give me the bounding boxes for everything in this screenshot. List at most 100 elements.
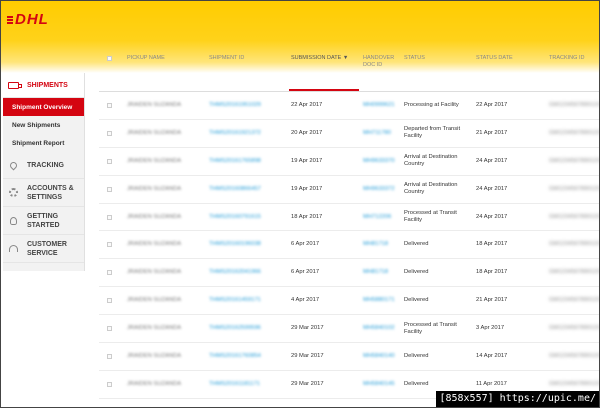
cell-status-date: 18 Apr 2017 bbox=[476, 269, 508, 276]
row-checkbox[interactable] bbox=[107, 231, 112, 258]
cell-handover[interactable]: MH5840102 bbox=[363, 315, 399, 342]
table-row[interactable]: JRAIDEN SUZANDA THMS20162599596 29 Mar 201… bbox=[99, 315, 599, 344]
row-checkbox[interactable] bbox=[107, 148, 112, 175]
truck-icon bbox=[7, 79, 22, 91]
table-row[interactable]: JRAIDEN SUZANDA THMS20161765898 19 Apr 201… bbox=[99, 148, 599, 176]
cell-submission: 29 Mar 2017 bbox=[291, 352, 324, 359]
cell-handover[interactable]: MH0999621 bbox=[363, 92, 399, 119]
col-handover-doc-id[interactable]: HANDOVER DOC ID bbox=[363, 55, 397, 69]
cell-status-date: 14 Apr 2017 bbox=[476, 352, 508, 359]
cell-submission: 22 Apr 2017 bbox=[291, 101, 323, 108]
sidebar-item-tracking[interactable]: TRACKING bbox=[3, 152, 84, 179]
sidebar-subitem-new-shipments[interactable]: New Shipments bbox=[3, 116, 84, 134]
table-row[interactable]: JRAIDEN SUZANDA THMS20160791615 18 Apr 201… bbox=[99, 204, 599, 232]
col-submission-date[interactable]: SUBMISSION DATE ▼ bbox=[291, 55, 348, 62]
row-checkbox[interactable] bbox=[107, 204, 112, 231]
table-row[interactable]: JRAIDEN SUZANDA THMS20161921372 20 Apr 201… bbox=[99, 120, 599, 148]
cell-status: Delivered bbox=[404, 269, 429, 276]
cell-status: Delivered bbox=[404, 352, 429, 359]
cell-shipment-id[interactable]: THMS20162411188 bbox=[209, 399, 285, 407]
cell-tracking: GM1234567890123 bbox=[549, 101, 600, 108]
cell-handover[interactable]: MH5840140 bbox=[363, 343, 399, 370]
cell-handover[interactable]: MH711780 bbox=[363, 120, 399, 147]
sidebar-item-label: TRACKING bbox=[27, 161, 64, 169]
row-checkbox[interactable] bbox=[107, 343, 112, 370]
cell-shipment-id[interactable]: THMS20161951029 bbox=[209, 92, 285, 119]
cell-handover[interactable]: MH5840145 bbox=[363, 371, 399, 398]
col-shipment-id[interactable]: SHIPMENT ID bbox=[209, 55, 244, 62]
row-checkbox[interactable] bbox=[107, 120, 112, 147]
cell-tracking: GM1234567890123 bbox=[549, 129, 600, 136]
sort-down-icon: ▼ bbox=[342, 55, 349, 61]
sidebar-item-getting-started[interactable]: GETTING STARTED bbox=[3, 207, 84, 235]
location-pin-icon bbox=[7, 159, 19, 171]
col-pickup-name[interactable]: PICKUP NAME bbox=[127, 55, 165, 62]
cell-shipment-id[interactable]: THMS20161921372 bbox=[209, 120, 285, 147]
cell-pickup: JRAIDEN SUZANDA bbox=[127, 241, 182, 248]
sidebar-item-customer-service[interactable]: CUSTOMER SERVICE bbox=[3, 235, 84, 263]
cell-status-date: 22 Apr 2017 bbox=[476, 101, 508, 108]
sidebar-item-label: ACCOUNTS & SETTINGS bbox=[27, 184, 74, 201]
cell-status: Arrival at Destination Country bbox=[404, 154, 458, 168]
cell-tracking: GM1234567890123 bbox=[549, 157, 600, 164]
cell-shipment-id[interactable]: THMS20161760854 bbox=[209, 343, 285, 370]
cell-tracking: GM1234567890123 bbox=[549, 269, 600, 276]
select-all-checkbox[interactable] bbox=[107, 56, 112, 61]
cell-handover[interactable]: MH81718 bbox=[363, 231, 399, 258]
cell-shipment-id[interactable]: THMS20162041966 bbox=[209, 259, 285, 286]
cell-shipment-id[interactable]: THMS20161765898 bbox=[209, 148, 285, 175]
table-row[interactable]: JRAIDEN SUZANDA THMS20160866457 19 Apr 201… bbox=[99, 176, 599, 204]
cell-submission: 6 Apr 2017 bbox=[291, 241, 320, 248]
cell-shipment-id[interactable]: THMS20161181171 bbox=[209, 371, 285, 398]
cell-handover[interactable]: MH5880171 bbox=[363, 287, 399, 314]
cell-submission: 19 Apr 2017 bbox=[291, 185, 323, 192]
table-row[interactable]: JRAIDEN SUZANDA THMS20161760854 29 Mar 201… bbox=[99, 343, 599, 371]
row-checkbox[interactable] bbox=[107, 259, 112, 286]
table-body: JRAIDEN SUZANDA THMS20161951029 22 Apr 201… bbox=[99, 92, 600, 407]
row-checkbox[interactable] bbox=[107, 371, 112, 398]
cell-shipment-id[interactable]: THMS20160196038 bbox=[209, 231, 285, 258]
sidebar-item-accounts-settings[interactable]: ACCOUNTS & SETTINGS bbox=[3, 179, 84, 207]
cell-status: Processed at Transit Facility bbox=[404, 321, 457, 335]
row-checkbox[interactable] bbox=[107, 92, 112, 119]
cell-tracking: GM1234567890123 bbox=[549, 213, 600, 220]
cell-handover[interactable]: MH81718 bbox=[363, 259, 399, 286]
dhl-logo[interactable]: DHL bbox=[7, 11, 49, 28]
cell-shipment-id[interactable]: THMS20161459171 bbox=[209, 287, 285, 314]
cell-handover[interactable]: MH9633372 bbox=[363, 176, 399, 203]
row-checkbox[interactable] bbox=[107, 287, 112, 314]
sidebar-item-label: SHIPMENTS bbox=[27, 81, 68, 89]
cell-shipment-id[interactable]: THMS20160866457 bbox=[209, 176, 285, 203]
sidebar-item-shipments[interactable]: SHIPMENTS bbox=[3, 73, 84, 98]
col-status[interactable]: STATUS bbox=[404, 55, 425, 62]
table-row[interactable]: JRAIDEN SUZANDA THMS20161951029 22 Apr 201… bbox=[99, 92, 599, 120]
row-checkbox[interactable] bbox=[107, 399, 112, 407]
cell-status: Delivered bbox=[404, 241, 429, 248]
col-status-date[interactable]: STATUS DATE bbox=[476, 55, 513, 62]
lightbulb-icon bbox=[7, 215, 19, 227]
cell-pickup: JRAIDEN SUZANDA bbox=[127, 185, 182, 192]
table-row[interactable]: JRAIDEN SUZANDA THMS20162041966 6 Apr 2017… bbox=[99, 259, 600, 288]
cell-submission: 4 Apr 2017 bbox=[291, 297, 320, 304]
cell-shipment-id[interactable]: THMS20160791615 bbox=[209, 204, 285, 231]
row-checkbox[interactable] bbox=[107, 315, 112, 342]
sidebar-subitem-shipment-overview[interactable]: Shipment Overview bbox=[3, 98, 84, 116]
cell-shipment-id[interactable]: THMS20162599596 bbox=[209, 315, 285, 342]
cell-handover[interactable]: MH712206 bbox=[363, 204, 399, 231]
row-checkbox[interactable] bbox=[107, 176, 112, 203]
table-row[interactable]: JRAIDEN SUZANDA THMS20160196038 6 Apr 2017… bbox=[99, 231, 599, 260]
cell-pickup: JRAIDEN SUZANDA bbox=[127, 325, 182, 332]
gear-icon bbox=[7, 187, 19, 199]
app-frame: DHL SHIPMENTS Shipment Overview New Ship… bbox=[0, 0, 600, 408]
sidebar-subitem-shipment-report[interactable]: Shipment Report bbox=[3, 134, 84, 152]
watermark-text: [858x557] https://upic.me/ bbox=[436, 391, 599, 407]
cell-handover[interactable]: MH5580971 bbox=[363, 399, 399, 407]
cell-status: Arrival at Destination Country bbox=[404, 182, 458, 196]
cell-pickup: JRAIDEN SUZANDA bbox=[127, 297, 182, 304]
col-tracking-id[interactable]: TRACKING ID bbox=[549, 55, 584, 62]
table-row[interactable]: JRAIDEN SUZANDA THMS20161459171 4 Apr 2017… bbox=[99, 287, 599, 316]
sort-indicator bbox=[289, 89, 359, 91]
cell-submission: 19 Apr 2017 bbox=[291, 157, 323, 164]
cell-tracking: GM1234567890123 bbox=[549, 185, 600, 192]
cell-handover[interactable]: MH9633370 bbox=[363, 148, 399, 175]
